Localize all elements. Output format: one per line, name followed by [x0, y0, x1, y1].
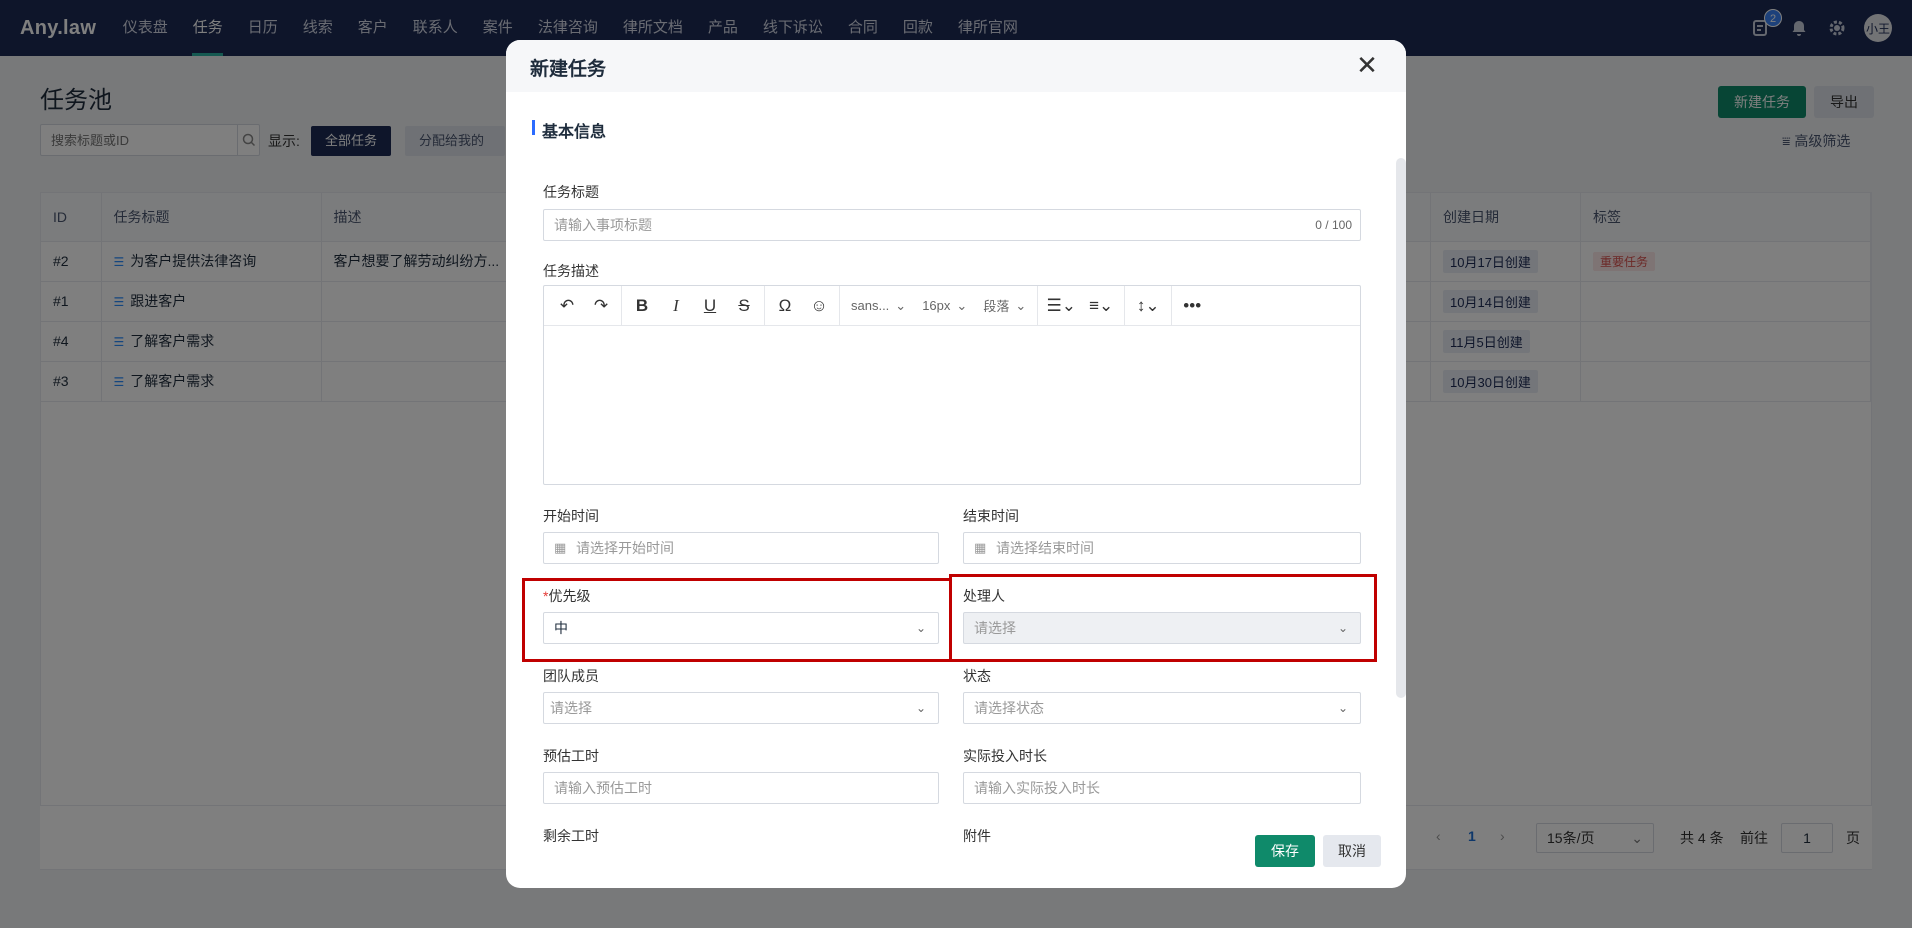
- priority-value: 中: [554, 620, 568, 636]
- align-icon[interactable]: ☰⌄: [1041, 291, 1081, 321]
- assignee-label: 处理人: [963, 588, 1005, 604]
- status-label: 状态: [963, 668, 991, 684]
- estimate-input[interactable]: 请输入预估工时: [543, 772, 939, 804]
- task-desc-label: 任务描述: [543, 263, 599, 279]
- chevron-down-icon: ⌄: [956, 297, 968, 313]
- team-label: 团队成员: [543, 668, 599, 684]
- indent-icon[interactable]: ≡⌄: [1081, 291, 1121, 321]
- strikethrough-icon[interactable]: S: [727, 291, 761, 321]
- italic-icon[interactable]: I: [659, 291, 693, 321]
- modal-header: 新建任务 ✕: [506, 40, 1406, 92]
- start-time-label: 开始时间: [543, 508, 599, 524]
- estimate-label: 预估工时: [543, 748, 599, 764]
- task-title-input[interactable]: 请输入事项标题 0 / 100: [543, 209, 1361, 241]
- calendar-icon: ▦: [554, 540, 567, 555]
- start-time-placeholder: 请选择开始时间: [576, 540, 674, 556]
- team-placeholder: 请选择: [550, 700, 592, 716]
- remaining-label: 剩余工时: [543, 828, 599, 844]
- status-select[interactable]: 请选择状态 ⌄: [963, 692, 1361, 724]
- actual-label: 实际投入时长: [963, 748, 1047, 764]
- estimate-placeholder: 请输入预估工时: [554, 780, 652, 796]
- chevron-down-icon: ⌄: [1337, 701, 1348, 715]
- task-title-counter: 0 / 100: [1315, 218, 1352, 232]
- block-type-select[interactable]: 段落 ⌄: [975, 291, 1034, 321]
- calendar-icon: ▦: [974, 540, 987, 555]
- start-time-input[interactable]: ▦ 请选择开始时间: [543, 532, 939, 564]
- assignee-select[interactable]: 请选择 ⌄: [963, 612, 1361, 644]
- end-time-input[interactable]: ▦ 请选择结束时间: [963, 532, 1361, 564]
- cancel-button[interactable]: 取消: [1323, 835, 1381, 867]
- section-title: 基本信息: [532, 118, 606, 142]
- new-task-modal: 新建任务 ✕ 基本信息 任务标题 请输入事项标题 0 / 100 任务描述 ↶ …: [506, 40, 1406, 888]
- end-time-label: 结束时间: [963, 508, 1019, 524]
- chevron-down-icon: ⌄: [1337, 621, 1348, 635]
- status-placeholder: 请选择状态: [974, 700, 1044, 716]
- undo-icon[interactable]: ↶: [550, 291, 584, 321]
- attachment-label: 附件: [963, 828, 991, 844]
- assignee-placeholder: 请选择: [974, 620, 1016, 636]
- redo-icon[interactable]: ↷: [584, 291, 618, 321]
- save-button[interactable]: 保存: [1255, 835, 1315, 867]
- priority-select[interactable]: 中 ⌄: [543, 612, 939, 644]
- rich-text-editor[interactable]: ↶ ↷ B I U S Ω ☺ sans... ⌄ 16px ⌄ 段落 ⌄ ☰⌄ ≡⌄…: [543, 285, 1361, 485]
- chevron-down-icon: ⌄: [915, 621, 926, 635]
- special-char-icon[interactable]: Ω: [768, 291, 802, 321]
- actual-input[interactable]: 请输入实际投入时长: [963, 772, 1361, 804]
- task-title-placeholder: 请输入事项标题: [554, 217, 652, 233]
- chevron-down-icon: ⌄: [1015, 297, 1027, 313]
- actual-placeholder: 请输入实际投入时长: [974, 780, 1100, 796]
- font-family-value: sans...: [851, 298, 890, 313]
- more-icon[interactable]: •••: [1175, 291, 1209, 321]
- team-select[interactable]: 请选择 ⌄: [543, 692, 939, 724]
- bold-icon[interactable]: B: [625, 291, 659, 321]
- chevron-down-icon: ⌄: [915, 701, 926, 715]
- block-type-value: 段落: [983, 299, 1010, 314]
- modal-body: 基本信息 任务标题 请输入事项标题 0 / 100 任务描述 ↶ ↷ B I U…: [506, 92, 1406, 852]
- font-size-select[interactable]: 16px ⌄: [914, 291, 975, 321]
- editor-toolbar: ↶ ↷ B I U S Ω ☺ sans... ⌄ 16px ⌄ 段落 ⌄ ☰⌄ ≡⌄…: [544, 285, 1360, 326]
- underline-icon[interactable]: U: [693, 291, 727, 321]
- chevron-down-icon: ⌄: [895, 297, 907, 313]
- font-size-value: 16px: [922, 298, 951, 313]
- priority-label: *优先级: [543, 588, 591, 604]
- close-icon[interactable]: ✕: [1354, 52, 1380, 78]
- task-title-label: 任务标题: [543, 184, 599, 200]
- modal-title: 新建任务: [530, 59, 607, 80]
- font-family-select[interactable]: sans... ⌄: [843, 291, 914, 321]
- emoji-icon[interactable]: ☺: [802, 291, 836, 321]
- modal-scrollbar[interactable]: [1396, 158, 1406, 698]
- line-height-icon[interactable]: ↕⌄: [1128, 291, 1168, 321]
- end-time-placeholder: 请选择结束时间: [996, 540, 1094, 556]
